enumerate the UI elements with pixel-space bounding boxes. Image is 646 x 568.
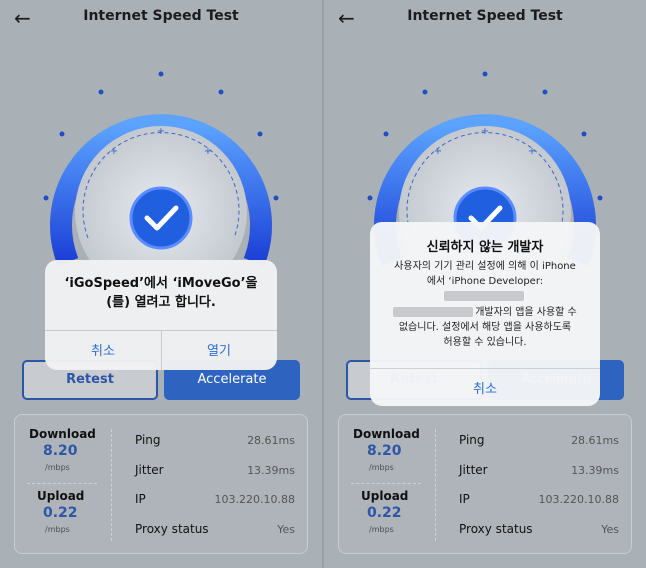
alert-title: 신뢰하지 않는 개발자 [426,240,544,255]
ip-value: 103.220.10.88 [214,493,295,506]
svg-text:+: + [528,146,536,157]
stats-card: Download 8.20 /mbps Upload 0.22 /mbps Pi… [14,414,308,554]
alert-line: ‘iGoSpeed’에서 ‘iMoveGo’을 [64,276,258,291]
alert-line: 허용할 수 있습니다. [443,337,527,348]
ip-value: 103.220.10.88 [538,493,619,506]
download-label: Download [353,427,420,441]
header: ← Internet Speed Test [324,0,646,36]
upload-label: Upload [37,489,85,503]
ping-label: Ping [459,433,485,447]
alert-line: 에서 ‘iPhone Developer: [426,276,544,287]
jitter-label: Jitter [459,463,488,477]
divider [27,483,97,484]
open-button[interactable]: 열기 [161,340,277,359]
svg-text:+: + [434,146,442,157]
cancel-button[interactable]: 취소 [370,378,600,397]
speed-gauge: + + + [30,62,292,298]
stats-card: Download 8.20 /mbps Upload 0.22 /mbps Pi… [338,414,632,554]
ping-value: 28.61ms [571,434,619,447]
jitter-value: 13.39ms [571,464,619,477]
gauge-graphic: + + + [43,71,279,298]
svg-text:+: + [110,146,118,157]
jitter-label: Jitter [135,463,164,477]
svg-text:+: + [481,126,489,137]
alert-message: ‘iGoSpeed’에서 ‘iMoveGo’을 (를) 열려고 합니다. [55,274,267,312]
right-screen: ← Internet Speed Test + + + Download 8.2… [324,0,646,568]
page-title: Internet Speed Test [407,8,563,24]
proxy-label: Proxy status [135,522,209,536]
redacted-text [444,291,524,301]
download-label: Download [29,427,96,441]
alert-line: 개발자의 앱을 사용할 수 [378,306,592,320]
download-value: 8.20 [43,443,78,459]
divider [370,368,600,369]
ping-value: 28.61ms [247,434,295,447]
proxy-value: Yes [277,523,295,536]
alert-line: (를) 열려고 합니다. [106,295,216,310]
upload-unit: /mbps [45,525,70,534]
download-unit: /mbps [45,463,70,472]
jitter-value: 13.39ms [247,464,295,477]
upload-label: Upload [361,489,409,503]
svg-text:+: + [157,126,165,137]
ip-label: IP [459,492,470,506]
ping-label: Ping [135,433,161,447]
header: ← Internet Speed Test [0,0,322,36]
untrusted-developer-alert: 신뢰하지 않는 개발자 사용자의 기기 관리 설정에 의해 이 iPhone 에… [370,222,600,406]
download-unit: /mbps [369,463,394,472]
divider [111,429,112,541]
proxy-label: Proxy status [459,522,533,536]
alert-line: 없습니다. 설정에서 해당 앱을 사용하도록 [398,322,572,333]
cancel-button[interactable]: 취소 [45,340,161,359]
upload-unit: /mbps [369,525,394,534]
alert-line [378,290,592,304]
alert-line: 사용자의 기기 관리 설정에 의해 이 iPhone [394,261,576,272]
upload-value: 0.22 [43,505,78,521]
redacted-text [393,307,474,317]
left-screen: ← Internet Speed Test + + + Retest Accel… [0,0,322,568]
upload-value: 0.22 [367,505,402,521]
divider [435,429,436,541]
open-app-alert: ‘iGoSpeed’에서 ‘iMoveGo’을 (를) 열려고 합니다. 취소 … [45,260,277,370]
proxy-value: Yes [601,523,619,536]
ip-label: IP [135,492,146,506]
svg-text:+: + [204,146,212,157]
page-title: Internet Speed Test [83,8,239,24]
divider [351,483,421,484]
download-value: 8.20 [367,443,402,459]
alert-text: 개발자의 앱을 사용할 수 [475,307,577,318]
